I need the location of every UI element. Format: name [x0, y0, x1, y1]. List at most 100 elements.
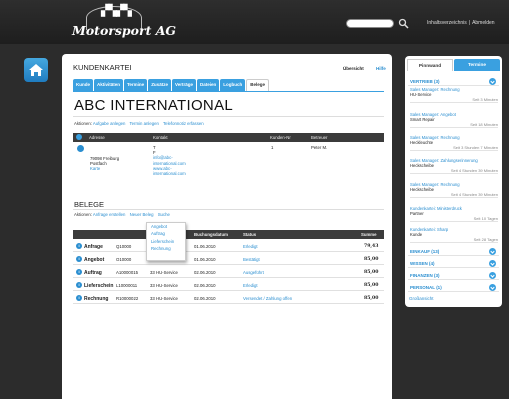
- note-item[interactable]: Sales Manager: Rechnung Heckscheibe Seit…: [410, 182, 498, 199]
- website-link[interactable]: international.com: [153, 171, 186, 176]
- map-link[interactable]: Karte: [90, 166, 119, 171]
- doc-subject: 33 HU-Service: [150, 283, 178, 288]
- col-address: Adresse: [89, 135, 105, 140]
- home-icon: [29, 64, 43, 76]
- section-personal[interactable]: PERSONAL (1): [408, 284, 499, 292]
- note-item[interactable]: Sales Manager: Angebot Smart Repair Seit…: [410, 112, 498, 129]
- table-row[interactable]: i Lieferschein L10000011 33 HU-Service 0…: [73, 279, 384, 291]
- table-row[interactable]: i Rechnung R10000022 33 HU-Service 02.06…: [73, 292, 384, 304]
- tab-kunde[interactable]: Kunde: [73, 79, 93, 91]
- note-date: Seit 3 Stunden 7 Minuten: [453, 144, 498, 150]
- col-customer-no: Kunden-Nr: [270, 135, 291, 140]
- doc-status[interactable]: Bestätigt: [243, 257, 260, 262]
- col-status: Status: [243, 232, 257, 237]
- help-link[interactable]: Hilfe: [376, 66, 386, 71]
- doc-number: O10000: [116, 257, 132, 262]
- chevron-down-icon[interactable]: [489, 284, 496, 291]
- manager-value: Peter M.: [311, 145, 328, 150]
- doc-date: 02.06.2010: [194, 283, 216, 288]
- table-row[interactable]: i Anfrage Q10000 33 HU-Service 01.06.201…: [73, 240, 384, 252]
- info-icon[interactable]: i: [76, 243, 82, 249]
- dropdown-item-lieferschein[interactable]: Lieferschein: [147, 238, 185, 245]
- dropdown-item-angebot[interactable]: Angebot: [147, 223, 185, 230]
- divider: [73, 116, 384, 117]
- doc-sum: 85,00: [364, 296, 379, 301]
- note-item[interactable]: Sales Manager: Zahlungserinnerung Hecksc…: [410, 158, 498, 175]
- overview-link[interactable]: Übersicht: [343, 66, 364, 71]
- doc-date: 02.06.2010: [194, 270, 216, 275]
- table-row[interactable]: i Auftrag A10000015 33 HU-Service 02.06.…: [73, 266, 384, 278]
- tab-belege[interactable]: Belege: [246, 79, 269, 91]
- tab-aktivitaeten[interactable]: Aktivitäten: [94, 79, 124, 91]
- link-separator: |: [468, 20, 471, 26]
- chevron-down-icon[interactable]: [489, 260, 496, 267]
- dropdown-item-auftrag[interactable]: Auftrag: [147, 230, 185, 237]
- company-logo[interactable]: ▞▚▞▚ Motorsport AG: [72, 4, 176, 42]
- info-icon[interactable]: i: [76, 256, 82, 262]
- add-phone-note-link[interactable]: Telefonnotiz erfassen: [163, 121, 204, 126]
- search-icon[interactable]: [398, 18, 409, 29]
- note-item[interactable]: Kundenkartei: Ministerdruck Partner Seit…: [410, 206, 498, 223]
- tab-vertraege[interactable]: Verträge: [171, 79, 196, 91]
- customer-no-value: 1: [271, 145, 274, 150]
- home-button[interactable]: [24, 58, 48, 82]
- section-label: EINKAUF: [410, 249, 430, 254]
- note-date: Seit 10 Tagen: [473, 215, 498, 221]
- doc-status[interactable]: Versendet / Zahlung offen: [243, 296, 292, 301]
- doc-status[interactable]: Ausgeführt: [243, 270, 264, 275]
- pin-icon: [76, 134, 82, 140]
- table-row[interactable]: i Angebot O10000 33 HU-Service 01.06.201…: [73, 253, 384, 265]
- section-einkauf[interactable]: EINKAUF (13): [408, 248, 499, 256]
- logout-link[interactable]: Abmelden: [472, 20, 495, 26]
- actions-label: Aktionen:: [74, 212, 92, 217]
- chevron-down-icon[interactable]: [489, 272, 496, 279]
- doc-date: 01.06.2010: [194, 257, 216, 262]
- add-task-link[interactable]: Aufgabe anlegen: [93, 121, 126, 126]
- note-item[interactable]: Sales Manager: Rechnung HU-Service Seit …: [410, 87, 498, 104]
- search-link[interactable]: Suche: [158, 212, 170, 217]
- doc-subject: 33 HU-Service: [150, 270, 178, 275]
- section-label: WISSEN: [410, 261, 428, 266]
- dropdown-item-rechnung[interactable]: Rechnung: [147, 245, 185, 252]
- enlarge-view-link[interactable]: Großansicht: [409, 296, 434, 301]
- map-pin-icon[interactable]: [77, 145, 84, 152]
- sidebar-tabs: Pinnwand Termine: [407, 59, 500, 71]
- note-item[interactable]: Sales Manager: Rechnung Heckleuchte Seit…: [410, 135, 498, 152]
- tab-dateien[interactable]: Dateien: [196, 79, 220, 91]
- doc-sum: 85,00: [364, 270, 379, 275]
- create-request-link[interactable]: Anfrage erstellen: [93, 212, 126, 217]
- tab-logbuch[interactable]: Logbuch: [220, 79, 246, 91]
- doc-type: Rechnung: [84, 296, 109, 302]
- section-finanzen[interactable]: FINANZEN (3): [408, 272, 499, 280]
- note-date: Seit 4 Stunden 39 Minuten: [450, 191, 498, 197]
- doc-date: 01.06.2010: [194, 244, 216, 249]
- contents-link[interactable]: Inhaltsverzeichnis: [427, 20, 467, 26]
- col-contact: Kontakt: [153, 135, 168, 140]
- add-appointment-link[interactable]: Termin anlegen: [130, 121, 159, 126]
- note-item[interactable]: Kundenkartei: Sharp Kunde Seit 28 Tagen: [410, 227, 498, 244]
- section-vertrieb[interactable]: VERTRIEB (3): [408, 78, 499, 86]
- info-icon[interactable]: i: [76, 282, 82, 288]
- tab-zusaetze[interactable]: Zusätze: [148, 79, 171, 91]
- tab-pinnwand[interactable]: Pinnwand: [407, 59, 453, 71]
- section-count: (3): [434, 79, 440, 84]
- address-cell: 79098 Freiburg Postfach Karte: [90, 156, 119, 172]
- section-wissen[interactable]: WISSEN (4): [408, 260, 499, 268]
- actions-label: Aktionen:: [74, 121, 92, 126]
- tab-termine[interactable]: Termine: [124, 79, 148, 91]
- search-input[interactable]: [346, 19, 394, 28]
- chevron-down-icon[interactable]: [489, 248, 496, 255]
- belege-title: BELEGE: [74, 200, 105, 209]
- chevron-down-icon[interactable]: [489, 78, 496, 85]
- tab-termine-side[interactable]: Termine: [454, 59, 500, 71]
- doc-status[interactable]: Erledigt: [243, 244, 258, 249]
- tab-bar: Kunde Aktivitäten Termine Zusätze Verträ…: [73, 79, 269, 91]
- section-count: (4): [429, 261, 435, 266]
- doc-status[interactable]: Erledigt: [243, 283, 258, 288]
- info-icon[interactable]: i: [76, 295, 82, 301]
- note-date: Seit 18 Minuten: [470, 121, 498, 127]
- section-label: PERSONAL: [410, 285, 435, 290]
- section-count: (13): [431, 249, 440, 254]
- info-icon[interactable]: i: [76, 269, 82, 275]
- new-document-link[interactable]: Neuer Beleg: [130, 212, 154, 217]
